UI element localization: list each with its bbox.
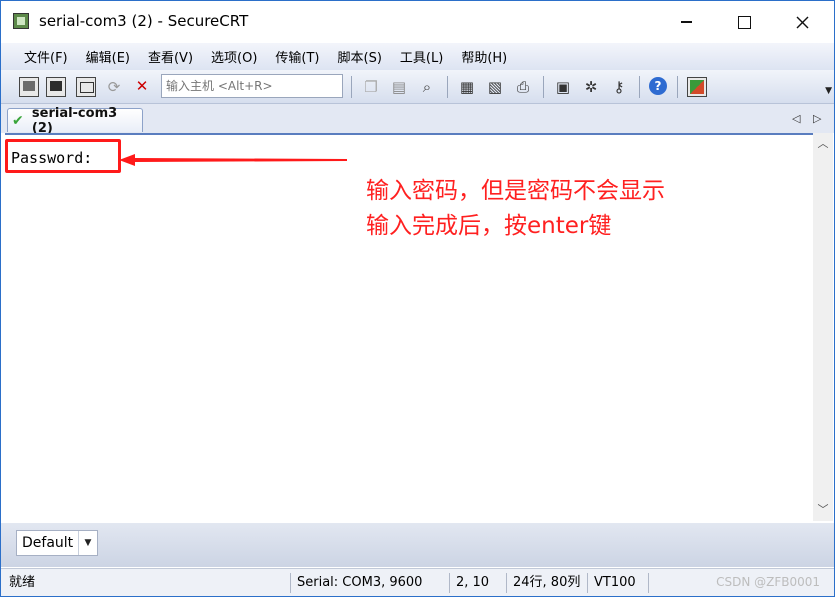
key-icon[interactable]: ⚷: [609, 77, 629, 97]
host-input[interactable]: [161, 74, 343, 98]
menu-view[interactable]: 查看(V): [139, 47, 202, 66]
close-icon: [796, 16, 808, 28]
minimize-icon: [680, 21, 692, 23]
menu-help[interactable]: 帮助(H): [452, 47, 516, 66]
session-bar: Default ▼: [1, 523, 834, 567]
toolbar-separator: [447, 76, 448, 98]
status-divider: [648, 573, 649, 593]
tab-label: serial-com3 (2): [31, 105, 118, 136]
menu-tools[interactable]: 工具(L): [391, 47, 452, 66]
terminal-scrollbar[interactable]: ︿ ﹀: [813, 133, 833, 521]
global-options-icon[interactable]: ✲: [581, 77, 601, 97]
status-state: 就绪: [9, 575, 36, 590]
menu-transfer[interactable]: 传输(T): [266, 47, 328, 66]
annotation-text-line1: 输入密码，但是密码不会显示: [366, 178, 665, 204]
chevron-down-icon[interactable]: ▼: [78, 531, 97, 555]
toolbar-overflow-icon[interactable]: ▼: [825, 86, 832, 96]
title-bar[interactable]: serial-com3 (2) - SecureCRT: [1, 1, 834, 43]
printer-icon[interactable]: ⎙: [513, 77, 533, 97]
maximize-button[interactable]: [715, 1, 773, 43]
status-size: 24行, 80列: [513, 575, 581, 590]
session-select[interactable]: Default ▼: [16, 530, 98, 556]
minimize-button[interactable]: [657, 1, 715, 43]
toolbar-separator: [351, 76, 352, 98]
menu-script[interactable]: 脚本(S): [329, 47, 391, 66]
tab-bar: ✔ serial-com3 (2) ◁ ▷: [1, 104, 834, 136]
status-bar: 就绪 Serial: COM3, 9600 2, 10 24行, 80列 VT1…: [1, 568, 834, 596]
toolbar: ⟳ ✕ ❐ ▤ ⌕ ▦ ▧ ⎙ ▣ ✲ ⚷ ? ▼: [1, 70, 834, 104]
securecrt-app-icon[interactable]: [13, 13, 29, 29]
session-select-value: Default: [22, 535, 74, 551]
toolbar-separator: [677, 76, 678, 98]
window-title: serial-com3 (2) - SecureCRT: [39, 12, 249, 30]
find-icon[interactable]: ⌕: [417, 77, 437, 97]
scroll-up-icon[interactable]: ︿: [813, 135, 833, 153]
sftp-icon[interactable]: [687, 77, 707, 97]
menu-options[interactable]: 选项(O): [202, 47, 266, 66]
help-icon[interactable]: ?: [649, 77, 669, 97]
connect-in-tab-icon[interactable]: [76, 77, 96, 97]
disconnect-icon[interactable]: ✕: [132, 77, 152, 97]
quick-connect-icon[interactable]: [46, 77, 66, 97]
app-window: serial-com3 (2) - SecureCRT 文件(F) 编辑(E) …: [0, 0, 835, 597]
status-connection: Serial: COM3, 9600: [297, 575, 423, 590]
watermark-text: CSDN @ZFB0001: [716, 575, 820, 589]
paste-icon[interactable]: ▤: [389, 77, 409, 97]
session-options-icon[interactable]: ▣: [553, 77, 573, 97]
status-emulation: VT100: [594, 575, 636, 590]
menu-edit[interactable]: 编辑(E): [77, 47, 139, 66]
close-button[interactable]: [773, 1, 831, 43]
copy-icon[interactable]: ❐: [361, 77, 381, 97]
check-icon: ✔: [12, 112, 24, 129]
annotation-highlight-box: [5, 139, 121, 173]
maximize-icon: [737, 15, 751, 29]
menu-bar: 文件(F) 编辑(E) 查看(V) 选项(O) 传输(T) 脚本(S) 工具(L…: [1, 43, 834, 70]
toolbar-separator: [543, 76, 544, 98]
status-cursor: 2, 10: [456, 575, 490, 590]
print-icon[interactable]: ▦: [457, 77, 477, 97]
toolbar-separator: [639, 76, 640, 98]
annotation-text-line2: 输入完成后，按enter键: [366, 213, 612, 239]
tab-serial-com3[interactable]: ✔ serial-com3 (2): [7, 106, 143, 136]
menu-file[interactable]: 文件(F): [15, 47, 77, 66]
annotation-arrow-icon: [119, 154, 347, 166]
tab-scroll-left-icon[interactable]: ◁: [792, 112, 800, 125]
tab-scroll-right-icon[interactable]: ▷: [813, 112, 821, 125]
scroll-down-icon[interactable]: ﹀: [813, 501, 833, 519]
print-setup-icon[interactable]: ▧: [485, 77, 505, 97]
connect-icon[interactable]: [19, 77, 39, 97]
reconnect-icon[interactable]: ⟳: [104, 77, 124, 97]
